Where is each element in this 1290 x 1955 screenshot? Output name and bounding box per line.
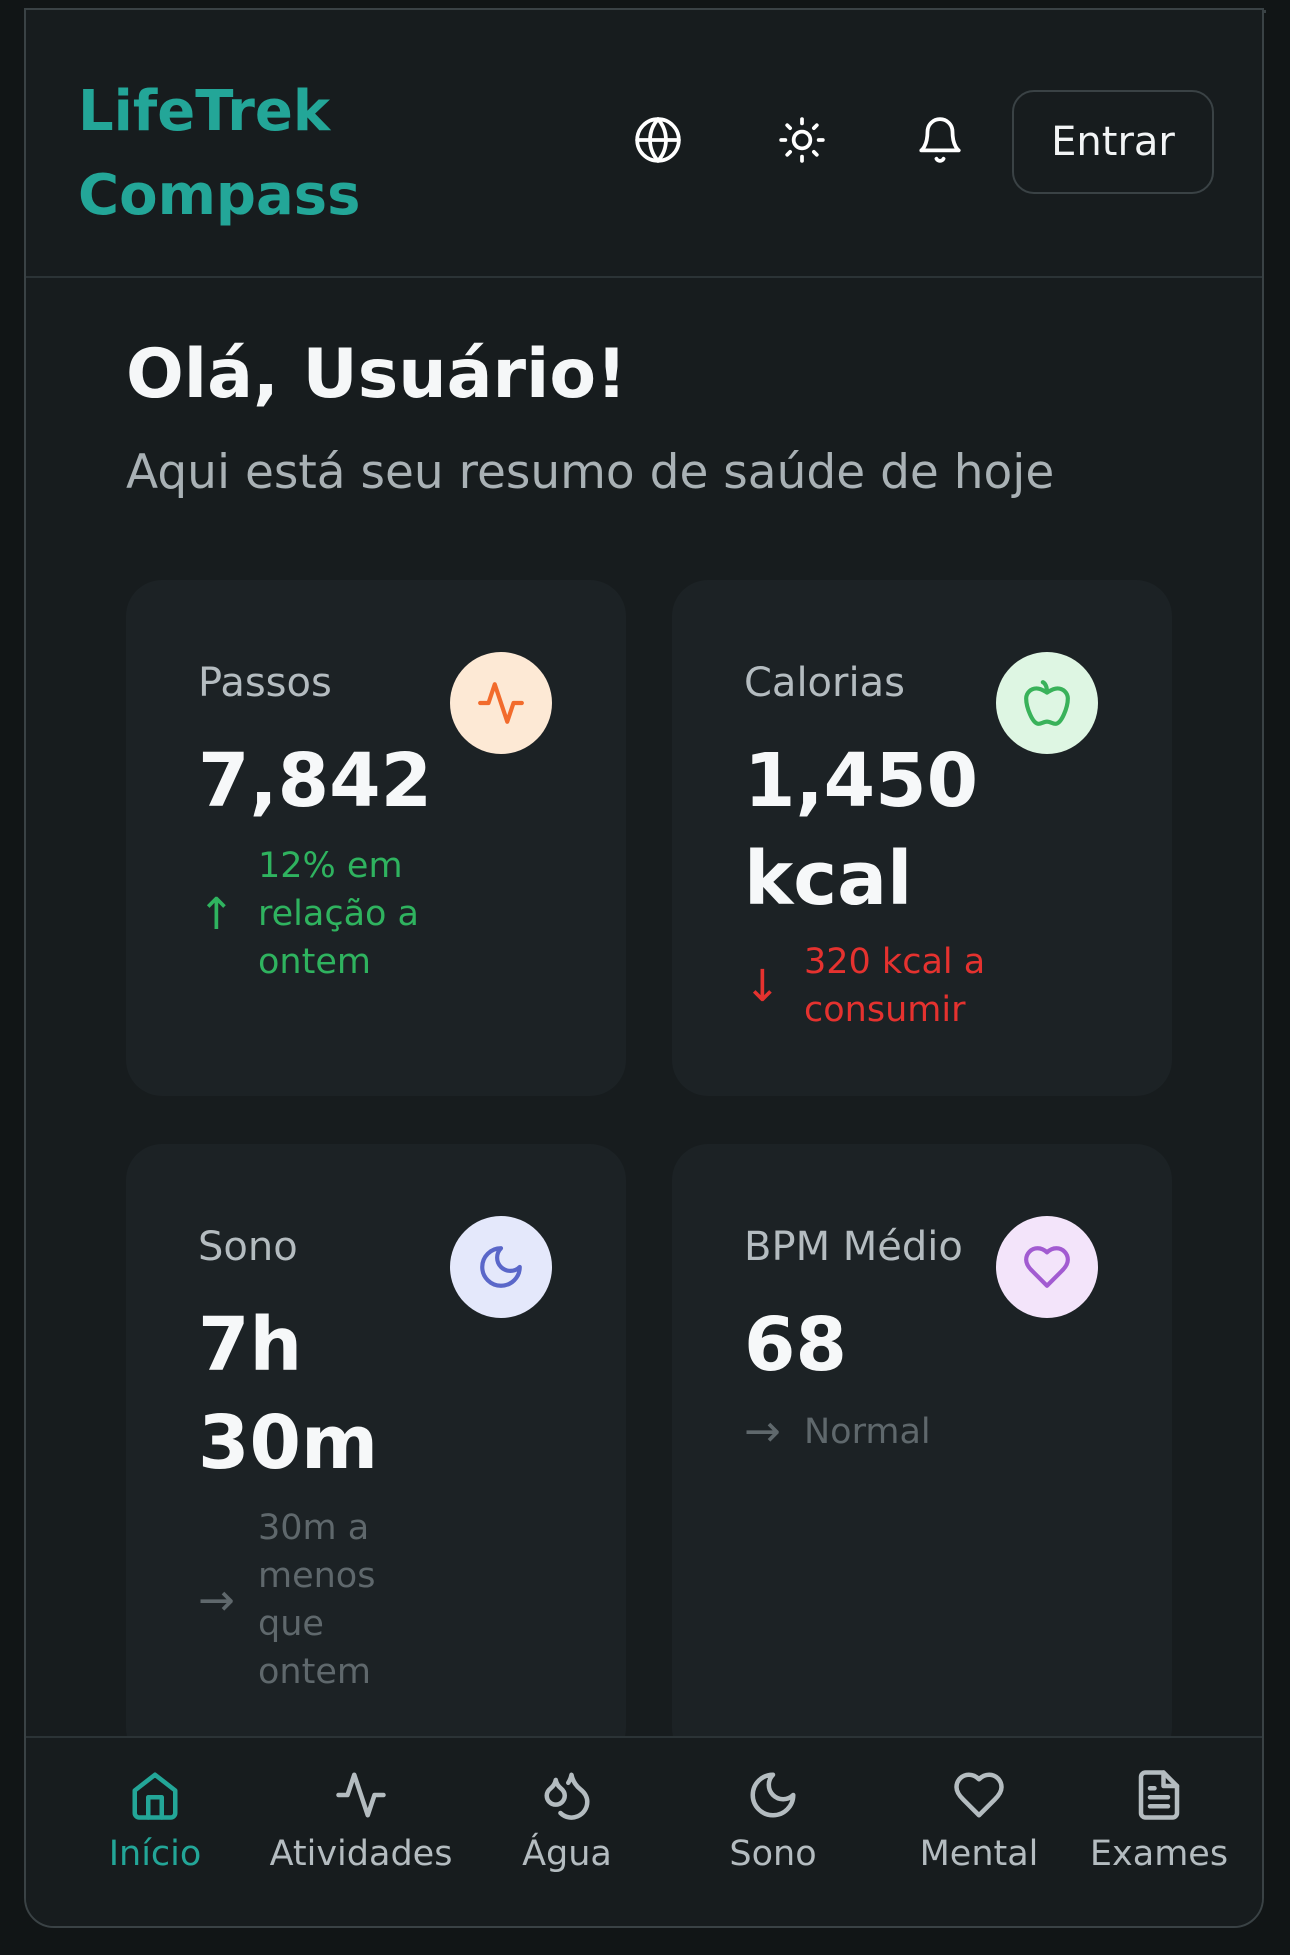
notifications-button[interactable] [910, 110, 970, 170]
sleep-value: 7h 30m [198, 1302, 379, 1486]
calories-trend: ↓ 320 kcal a consumir [744, 938, 1004, 1034]
calories-icon-badge [996, 652, 1098, 754]
heart-icon [954, 1772, 1004, 1818]
nav-item-mental[interactable]: Mental [876, 1768, 1082, 1874]
nav-label: Água [522, 1834, 612, 1874]
greeting-title: Olá, Usuário! [126, 335, 628, 414]
apple-icon [1024, 680, 1070, 726]
home-icon [132, 1772, 178, 1820]
bpm-icon-badge [996, 1216, 1098, 1318]
globe-icon [635, 117, 681, 163]
arrow-up-icon: ↑ [198, 888, 235, 940]
calories-trend-text: 320 kcal a consumir [804, 942, 986, 1030]
sleep-label: Sono [198, 1224, 298, 1270]
moon-icon [480, 1246, 522, 1288]
nav-item-atividades[interactable]: Atividades [258, 1768, 464, 1874]
moon-icon [750, 1772, 796, 1818]
nav-label: Mental [919, 1834, 1039, 1874]
bell-icon [919, 117, 961, 163]
nav-item-agua[interactable]: Água [464, 1768, 670, 1874]
app-header: LifeTrek Compass Entrar [26, 10, 1262, 278]
calories-label: Calorias [744, 660, 905, 706]
arrow-down-icon: ↓ [744, 960, 781, 1012]
greeting-subtitle: Aqui está seu resumo de saúde de hoje [126, 445, 1055, 500]
bpm-trend-text: Normal [804, 1411, 931, 1452]
calories-value: 1,450 kcal [744, 738, 979, 922]
nav-label: Início [108, 1834, 202, 1874]
sleep-icon-badge [450, 1216, 552, 1318]
theme-toggle-button[interactable] [772, 110, 832, 170]
sleep-trend-text: 30m a menos que ontem [258, 1508, 376, 1692]
language-button[interactable] [628, 110, 688, 170]
nav-item-exames[interactable]: Exames [1056, 1768, 1262, 1874]
heart-icon [1024, 1246, 1070, 1288]
sun-icon [779, 117, 825, 163]
nav-label: Sono [729, 1834, 817, 1874]
nav-label: Atividades [269, 1834, 453, 1874]
activity-icon [336, 1772, 386, 1818]
steps-trend: ↑ 12% em relação a ontem [198, 842, 458, 986]
sleep-trend: → 30m a menos que ontem [198, 1504, 398, 1696]
steps-label: Passos [198, 660, 332, 706]
droplets-icon [544, 1772, 590, 1820]
nav-label: Exames [1089, 1834, 1229, 1874]
steps-card[interactable]: Passos 7,842 ↑ 12% em relação a ontem [126, 580, 626, 1096]
steps-icon-badge [450, 652, 552, 754]
login-button[interactable]: Entrar [1012, 90, 1214, 194]
brand-line-1: LifeTrek [78, 79, 331, 144]
nav-item-inicio[interactable]: Início [52, 1768, 258, 1874]
calories-card[interactable]: Calorias 1,450 kcal ↓ 320 kcal a consumi… [672, 580, 1172, 1096]
brand-line-2: Compass [78, 163, 361, 228]
document-icon [1138, 1770, 1180, 1820]
activity-icon [478, 682, 524, 724]
bpm-label: BPM Médio [744, 1224, 963, 1270]
bpm-trend: → Normal [744, 1406, 1004, 1457]
bottom-navigation: Início Atividades Água Sono Mental Exame… [26, 1736, 1262, 1926]
brand-logo[interactable]: LifeTrek Compass [78, 70, 398, 238]
sleep-card[interactable]: Sono 7h 30m → 30m a menos que ontem [126, 1144, 626, 1764]
bpm-card[interactable]: BPM Médio 68 → Normal [672, 1144, 1172, 1764]
arrow-right-icon: → [198, 1574, 235, 1626]
app-frame: LifeTrek Compass Entrar Olá, Usuário! Aq… [24, 8, 1264, 1928]
nav-item-sono[interactable]: Sono [670, 1768, 876, 1874]
arrow-right-icon: → [744, 1406, 781, 1457]
steps-trend-text: 12% em relação a ontem [258, 846, 420, 982]
